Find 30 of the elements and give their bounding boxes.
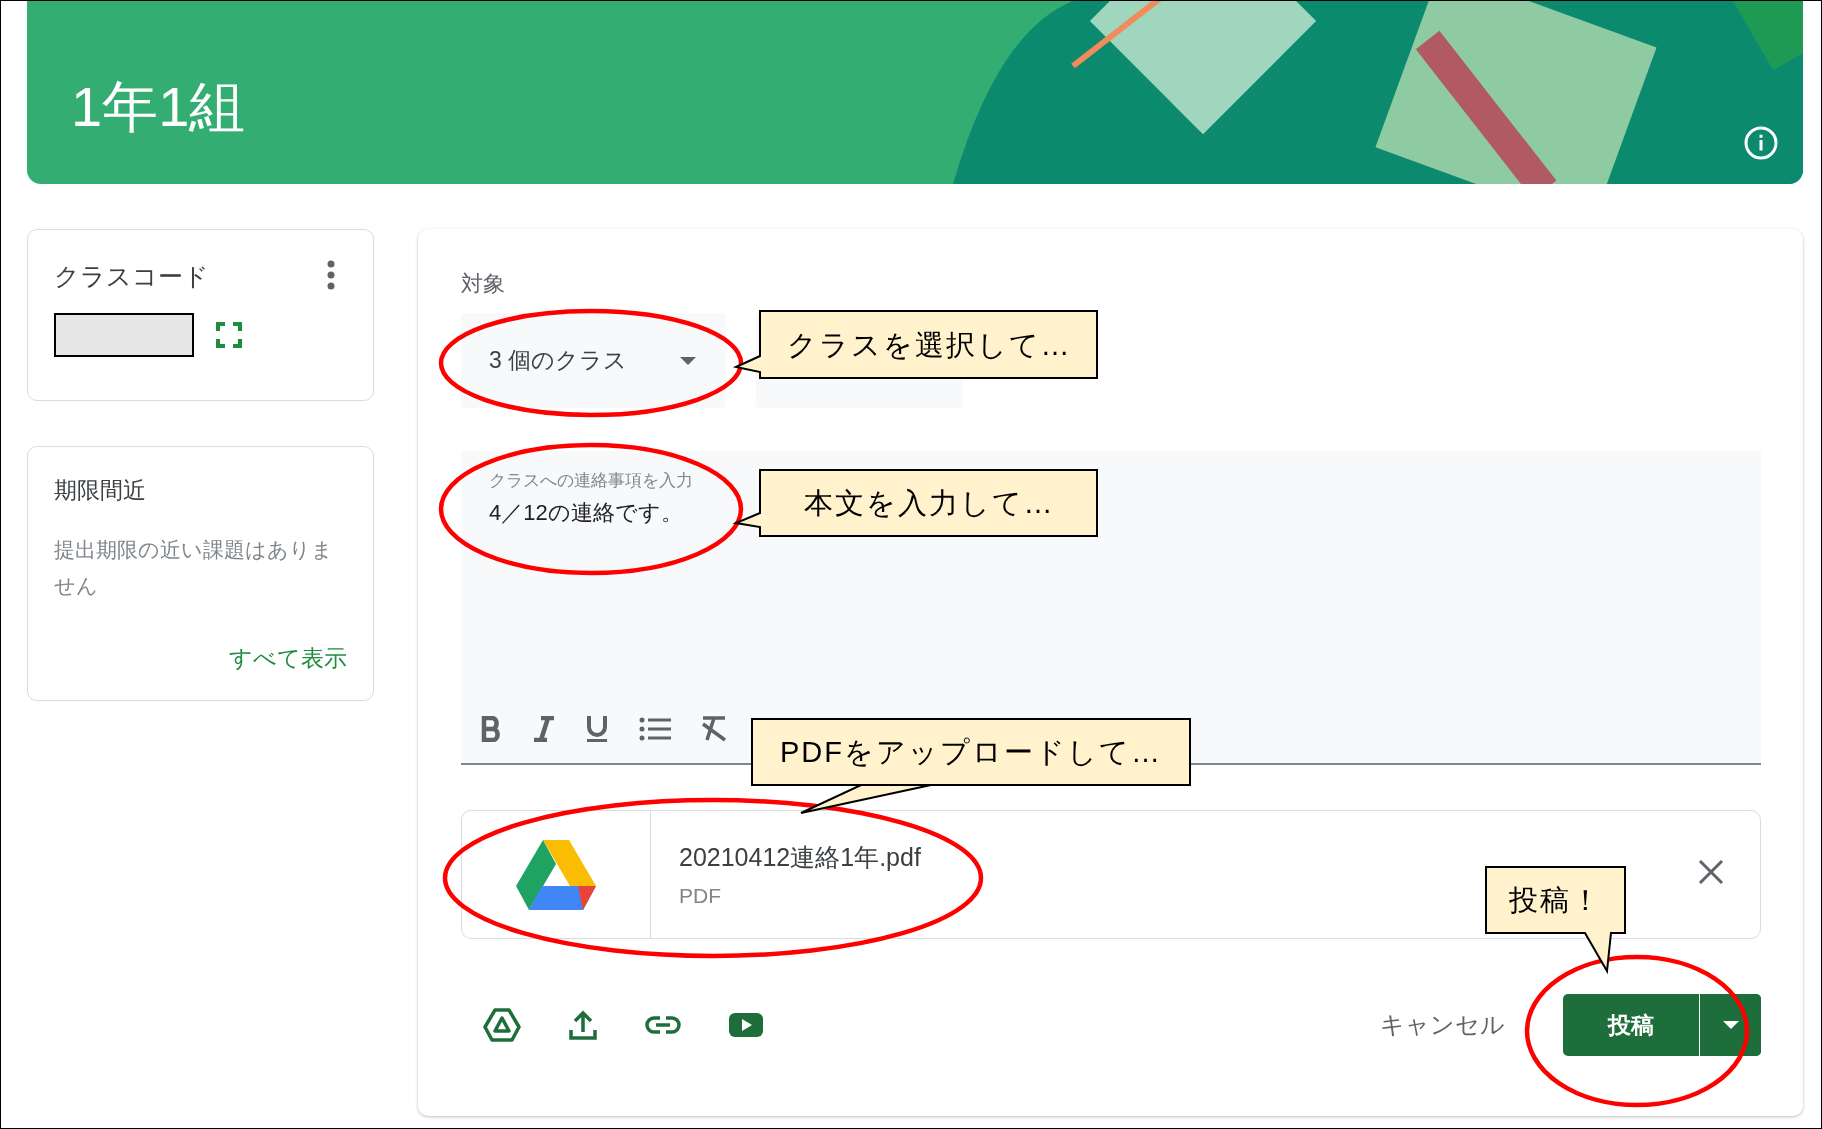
annotation-tooltip: 投稿！ <box>1485 866 1626 972</box>
dropdown-caret-icon <box>680 356 696 365</box>
more-options-icon[interactable] <box>327 260 335 290</box>
card-title: 期限間近 <box>54 476 147 505</box>
drive-icon[interactable] <box>483 1008 521 1042</box>
annotation-tooltip: クラスを選択して… <box>736 310 1098 379</box>
empty-message: 提出期限の近い課題はありません <box>54 537 334 599</box>
view-all-link[interactable]: すべて表示 <box>229 643 347 674</box>
upload-icon[interactable] <box>569 1010 597 1040</box>
info-icon[interactable] <box>1743 125 1779 161</box>
caret-icon <box>1722 1021 1739 1029</box>
underline-icon[interactable] <box>585 715 609 743</box>
fullscreen-icon[interactable] <box>216 322 242 348</box>
close-icon[interactable] <box>1698 859 1724 885</box>
file-type: PDF <box>679 884 722 908</box>
class-title: 1年1組 <box>71 79 246 135</box>
bulleted-list-icon[interactable] <box>639 717 671 741</box>
italic-icon[interactable] <box>533 716 555 742</box>
annotation-tooltip: PDFをアップロードして… <box>751 718 1191 814</box>
card-title: クラスコード <box>54 261 209 292</box>
drive-logo-icon <box>516 839 596 910</box>
link-icon[interactable] <box>645 1015 681 1035</box>
cancel-button[interactable]: キャンセル <box>1372 1001 1513 1049</box>
post-options-button[interactable] <box>1699 994 1761 1056</box>
youtube-icon[interactable] <box>729 1013 763 1037</box>
class-dropdown[interactable]: 3 個のクラス <box>461 313 726 408</box>
file-name: 20210412連絡1年.pdf <box>679 842 921 873</box>
bold-icon[interactable] <box>481 716 503 742</box>
audience-label: 対象 <box>461 270 506 298</box>
clear-formatting-icon[interactable] <box>701 716 727 742</box>
